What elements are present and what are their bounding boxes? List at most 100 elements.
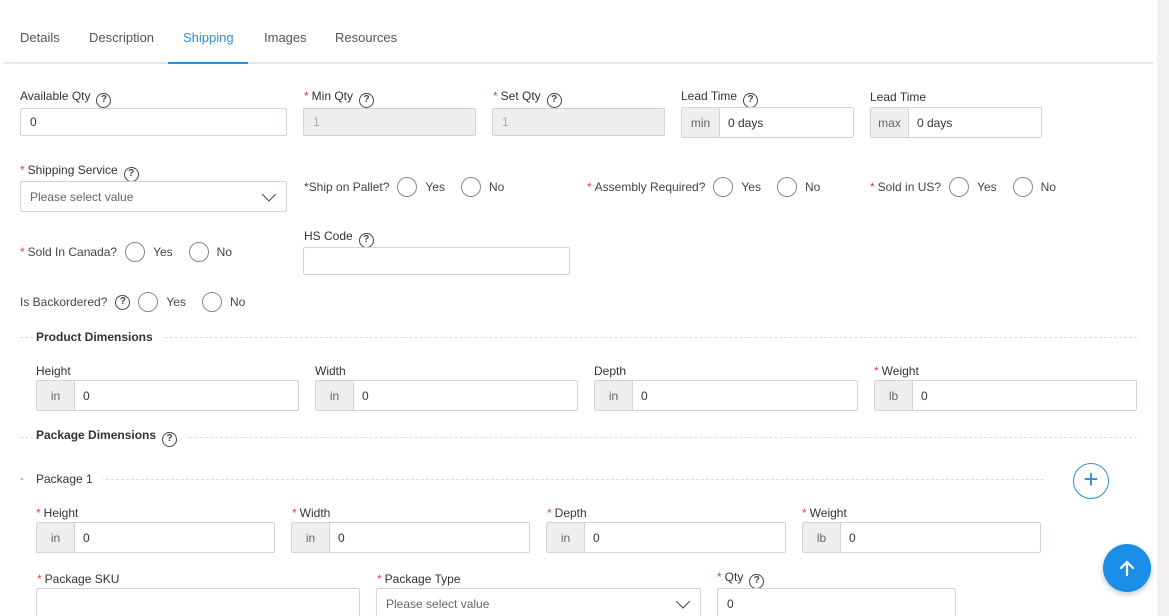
yes-label: Yes xyxy=(166,295,186,309)
unit-addon: lb xyxy=(875,381,913,410)
package-weight-value[interactable]: 0 xyxy=(841,523,1040,552)
help-icon[interactable]: ? xyxy=(115,294,131,310)
assembly-required-group: * Assembly Required? Yes No xyxy=(587,177,820,197)
product-width-value[interactable]: 0 xyxy=(354,381,577,410)
product-width-input[interactable]: in 0 xyxy=(315,380,578,411)
product-depth-input[interactable]: in 0 xyxy=(594,380,858,411)
page-scrollbar[interactable] xyxy=(1157,0,1169,616)
package-depth-input[interactable]: in 0 xyxy=(546,522,786,553)
unit-addon: lb xyxy=(803,523,841,552)
help-icon[interactable]: ? xyxy=(123,167,139,182)
available-qty-input[interactable]: 0 xyxy=(20,108,287,136)
arrow-up-icon xyxy=(1119,560,1135,577)
lead-time-max-value[interactable]: 0 days xyxy=(909,108,1041,137)
package-weight-input[interactable]: lb 0 xyxy=(802,522,1041,553)
is-backordered-no-radio[interactable] xyxy=(201,292,222,312)
is-backordered-yes-radio[interactable] xyxy=(138,292,159,312)
package-height-label: * Height xyxy=(36,506,79,520)
hs-code-input[interactable] xyxy=(303,247,570,275)
yes-label: Yes xyxy=(425,180,445,194)
sold-in-us-group: * Sold in US? Yes No xyxy=(870,177,1056,197)
no-label: No xyxy=(216,245,232,259)
hs-code-label: HS Code? xyxy=(304,229,374,248)
product-depth-label: Depth xyxy=(594,364,627,378)
yes-label: Yes xyxy=(977,180,997,194)
tab-bar xyxy=(4,0,1153,64)
package-type-select[interactable]: Please select value xyxy=(376,588,701,616)
sold-in-us-label: Sold in US? xyxy=(877,180,942,194)
active-tab-indicator xyxy=(168,62,248,64)
ship-on-pallet-yes-radio[interactable] xyxy=(397,177,418,197)
set-qty-label: * Set Qty? xyxy=(493,89,562,108)
package-width-value[interactable]: 0 xyxy=(330,523,529,552)
ship-on-pallet-no-radio[interactable] xyxy=(460,177,481,197)
tab-resources[interactable]: Resources xyxy=(335,30,397,45)
tab-description[interactable]: Description xyxy=(89,30,154,45)
product-dimensions-title: Product Dimensions xyxy=(36,330,163,344)
min-qty-input: 1 xyxy=(303,108,476,136)
package-height-input[interactable]: in 0 xyxy=(36,522,275,553)
sold-in-us-yes-radio[interactable] xyxy=(949,177,970,197)
no-label: No xyxy=(229,295,246,309)
help-icon[interactable]: ? xyxy=(749,574,765,589)
package-sku-label: * Package SKU xyxy=(37,572,120,586)
assembly-required-no-radio[interactable] xyxy=(776,177,797,197)
unit-addon: in xyxy=(292,523,330,552)
ship-on-pallet-group: *Ship on Pallet? Yes No xyxy=(304,177,504,197)
ship-on-pallet-label: *Ship on Pallet? xyxy=(304,180,390,194)
product-width-label: Width xyxy=(315,364,346,378)
package-sku-input[interactable] xyxy=(36,588,360,616)
lead-time-max-addon: max xyxy=(871,108,909,137)
unit-addon: in xyxy=(595,381,633,410)
product-depth-value[interactable]: 0 xyxy=(633,381,857,410)
shipping-service-label: * Shipping Service? xyxy=(20,163,139,182)
product-height-input[interactable]: in 0 xyxy=(36,380,299,411)
package-type-label: * Package Type xyxy=(377,572,461,586)
is-backordered-label: Is Backordered? xyxy=(20,295,108,309)
package-1-title: Package 1 xyxy=(36,472,103,486)
help-icon[interactable]: ? xyxy=(743,93,759,108)
tab-shipping[interactable]: Shipping xyxy=(183,30,234,45)
package-weight-label: * Weight xyxy=(802,506,847,520)
scroll-to-top-button[interactable] xyxy=(1103,544,1151,592)
package-width-input[interactable]: in 0 xyxy=(291,522,530,553)
assembly-required-yes-radio[interactable] xyxy=(713,177,734,197)
sold-in-canada-no-radio[interactable] xyxy=(188,242,209,262)
no-label: No xyxy=(488,180,505,194)
product-weight-value[interactable]: 0 xyxy=(913,381,1136,410)
product-weight-label: * Weight xyxy=(874,364,919,378)
shipping-service-select[interactable]: Please select value xyxy=(20,181,287,212)
no-label: No xyxy=(1040,180,1056,194)
help-icon[interactable]: ? xyxy=(359,93,375,108)
min-qty-label: * Min Qty? xyxy=(304,89,375,108)
lead-time-min-value[interactable]: 0 days xyxy=(720,108,853,137)
lead-time-min-input[interactable]: min 0 days xyxy=(681,107,854,138)
product-height-value[interactable]: 0 xyxy=(75,381,298,410)
product-height-label: Height xyxy=(36,364,71,378)
tab-details[interactable]: Details xyxy=(20,30,60,45)
package-depth-value[interactable]: 0 xyxy=(585,523,785,552)
sold-in-canada-yes-radio[interactable] xyxy=(125,242,146,262)
unit-addon: in xyxy=(37,523,75,552)
section-divider xyxy=(20,337,1137,338)
help-icon[interactable]: ? xyxy=(546,93,562,108)
yes-label: Yes xyxy=(741,180,761,194)
add-package-button[interactable]: + xyxy=(1073,463,1109,499)
lead-time-max-label: Lead Time xyxy=(870,90,927,104)
tab-images[interactable]: Images xyxy=(264,30,307,45)
package-height-value[interactable]: 0 xyxy=(75,523,274,552)
lead-time-min-addon: min xyxy=(682,108,720,137)
product-weight-input[interactable]: lb 0 xyxy=(874,380,1137,411)
help-icon[interactable]: ? xyxy=(162,432,178,447)
collapse-icon[interactable]: - xyxy=(20,473,24,485)
sold-in-us-no-radio[interactable] xyxy=(1012,177,1033,197)
lead-time-min-label: Lead Time? xyxy=(681,89,759,108)
unit-addon: in xyxy=(316,381,354,410)
unit-addon: in xyxy=(37,381,75,410)
chevron-down-icon xyxy=(675,594,691,609)
help-icon[interactable]: ? xyxy=(96,93,112,108)
help-icon[interactable]: ? xyxy=(358,233,374,248)
chevron-down-icon xyxy=(261,186,277,202)
package-qty-input[interactable]: 0 xyxy=(717,588,956,616)
lead-time-max-input[interactable]: max 0 days xyxy=(870,107,1042,138)
